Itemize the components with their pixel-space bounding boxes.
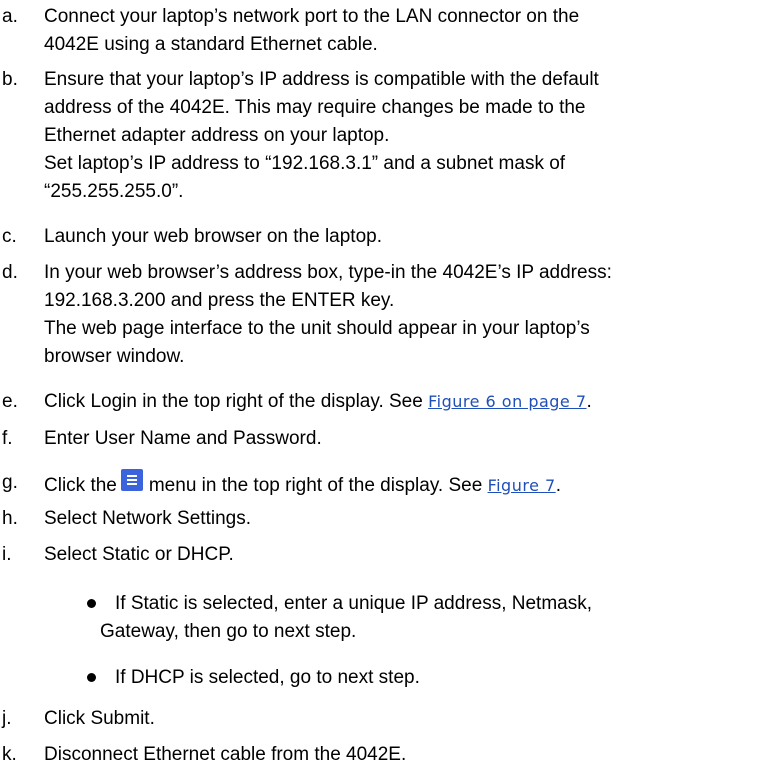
step-text: Set laptop’s IP address to “192.168.3.1”… [44, 153, 566, 174]
step-text: Ensure that your laptop’s IP address is … [44, 69, 599, 90]
step-marker: j. [2, 708, 12, 729]
step-text: Enter User Name and Password. [44, 428, 322, 449]
bullet-dot [87, 599, 96, 608]
step-text: Click Login in the top right of the disp… [44, 388, 764, 416]
step-marker: k. [2, 744, 17, 765]
step-text: The web page interface to the unit shoul… [44, 318, 590, 339]
step-text: Connect your laptop’s network port to th… [44, 6, 580, 27]
step-text-segment: Click the [44, 475, 117, 496]
step-text-segment: . [586, 391, 592, 412]
step-text: Select Static or DHCP. [44, 544, 234, 565]
bullet-text: If DHCP is selected, go to next step. [115, 667, 420, 688]
step-text-segment: Click Login in the top right of the disp… [44, 391, 429, 412]
bullet-text: Gateway, then go to next step. [100, 621, 357, 642]
step-text: Ethernet adapter address on your laptop. [44, 125, 390, 146]
step-marker: e. [2, 391, 18, 412]
step-text: Disconnect Ethernet cable from the 4042E… [44, 744, 407, 765]
step-text: 4042E using a standard Ethernet cable. [44, 34, 378, 55]
step-text: Click the menu in the top right of the di… [44, 469, 764, 497]
figure-7-link[interactable]: Figure 7 [488, 476, 556, 495]
step-marker: g. [2, 472, 18, 493]
step-text: “255.255.255.0”. [44, 181, 184, 202]
step-marker: c. [2, 226, 17, 247]
bullet-text: If Static is selected, enter a unique IP… [115, 593, 593, 614]
hamburger-menu-icon [120, 469, 143, 491]
step-text: Launch your web browser on the laptop. [44, 226, 382, 247]
step-text: Select Network Settings. [44, 508, 251, 529]
bullet-dot [87, 673, 96, 682]
step-text: address of the 4042E. This may require c… [44, 97, 586, 118]
step-marker: a. [2, 6, 18, 27]
step-marker: f. [2, 428, 13, 449]
step-marker: h. [2, 508, 18, 529]
step-text-segment: menu in the top right of the display. Se… [148, 475, 488, 496]
step-marker: d. [2, 262, 18, 283]
step-text: Click Submit. [44, 708, 155, 729]
step-text: In your web browser’s address box, type-… [44, 262, 612, 283]
step-text-segment: . [555, 475, 561, 496]
step-text: 192.168.3.200 and press the ENTER key. [44, 290, 395, 311]
step-text: browser window. [44, 346, 185, 367]
step-marker: i. [2, 544, 12, 565]
step-marker: b. [2, 69, 18, 90]
figure-6-link[interactable]: Figure 6 on page 7 [428, 392, 586, 411]
